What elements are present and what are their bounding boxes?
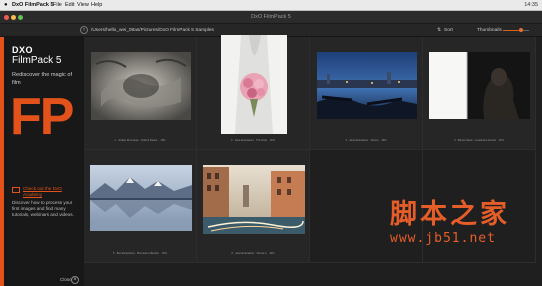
photo-mountains[interactable] <box>90 165 192 231</box>
sort-icon[interactable]: ⇅ <box>437 28 442 33</box>
slider-knob[interactable] <box>519 28 524 32</box>
menu-help[interactable]: Help <box>91 0 102 11</box>
photo-venice[interactable] <box>317 52 417 119</box>
close-icon[interactable]: × <box>71 276 79 284</box>
photo-bride[interactable] <box>221 35 287 134</box>
thumbnail-cell[interactable]: 1 · Jordan Rimmaren · Dolls & Desire · .… <box>84 37 197 150</box>
dxo-logo: DXO <box>12 45 34 55</box>
site-watermark: 脚本之家 www.jb51.net <box>390 200 540 260</box>
menu-file[interactable]: File <box>53 0 62 11</box>
apple-icon[interactable]: ● <box>4 0 8 11</box>
thumbnail-cell[interactable]: 4 · Barnet Sand · Loneliness portrait · … <box>423 37 536 150</box>
thumbnail-caption: 2 · Jane Entertainer · The bride · .JPG <box>230 139 276 142</box>
watermark-chinese: 脚本之家 <box>390 199 510 230</box>
academy-link[interactable]: Check out the DxO Academy <box>23 186 81 198</box>
thumbnail-caption: 4 · Barnet Sand · Loneliness portrait · … <box>454 139 504 142</box>
window-titlebar: DxO FilmPack 5 <box>0 11 542 24</box>
close-label[interactable]: Close <box>60 276 72 284</box>
sidebar-accent-bar <box>0 37 4 286</box>
menu-app-name[interactable]: DxO FilmPack 5 <box>12 0 54 11</box>
academy-description: Discover how to process your first image… <box>12 200 74 218</box>
tagline: Rediscover the magic of film <box>12 72 73 86</box>
thumbnail-cell[interactable]: 2 · Jane Entertainer · The bride · .JPG <box>197 35 310 150</box>
sort-button[interactable]: Sort <box>444 24 453 37</box>
thumbnail-caption: 1 · Jordan Rimmaren · Dolls & Desire · .… <box>114 139 166 142</box>
photo-dolls[interactable] <box>91 52 191 120</box>
photo-venice-canal[interactable] <box>203 165 305 234</box>
back-icon[interactable]: ‹ <box>80 26 88 34</box>
product-name: FilmPack 5 <box>12 55 62 66</box>
thumbnail-cell[interactable]: 3 · Jane Entertainer · Venice · .JPG <box>310 37 423 150</box>
sidebar: DXO FilmPack 5 Rediscover the magic of f… <box>0 37 84 286</box>
thumbnail-size-slider[interactable] <box>503 28 529 32</box>
thumbnails-label: Thumbnails <box>477 28 502 33</box>
window-title: DxO FilmPack 5 <box>251 14 291 20</box>
watermark-url: www.jb51.net <box>390 231 496 246</box>
menu-view[interactable]: View <box>77 0 89 11</box>
thumbnail-caption: 6 · Jane Entertainer · Venice 2 · .JPG <box>231 252 275 255</box>
fp-logo-letters: FP <box>10 88 74 146</box>
thumbnail-cell[interactable]: 6 · Jane Entertainer · Venice 2 · .JPG <box>197 150 310 263</box>
thumbnail-caption: 5 · Ben Entertainer · Mountain reflectio… <box>112 252 168 255</box>
folder-path[interactable]: /Users/hello_wei_08as/Pictures/DxO FilmP… <box>91 24 214 37</box>
photo-portrait[interactable] <box>429 52 530 119</box>
menu-bar: ● DxO FilmPack 5 File Edit View Help 14:… <box>0 0 542 11</box>
menu-clock: 14:35 <box>524 2 538 8</box>
thumbnail-caption: 3 · Jane Entertainer · Venice · .JPG <box>345 139 387 142</box>
menu-edit[interactable]: Edit <box>65 0 74 11</box>
thumbnail-cell[interactable]: 5 · Ben Entertainer · Mountain reflectio… <box>84 150 197 263</box>
academy-icon <box>12 187 20 193</box>
